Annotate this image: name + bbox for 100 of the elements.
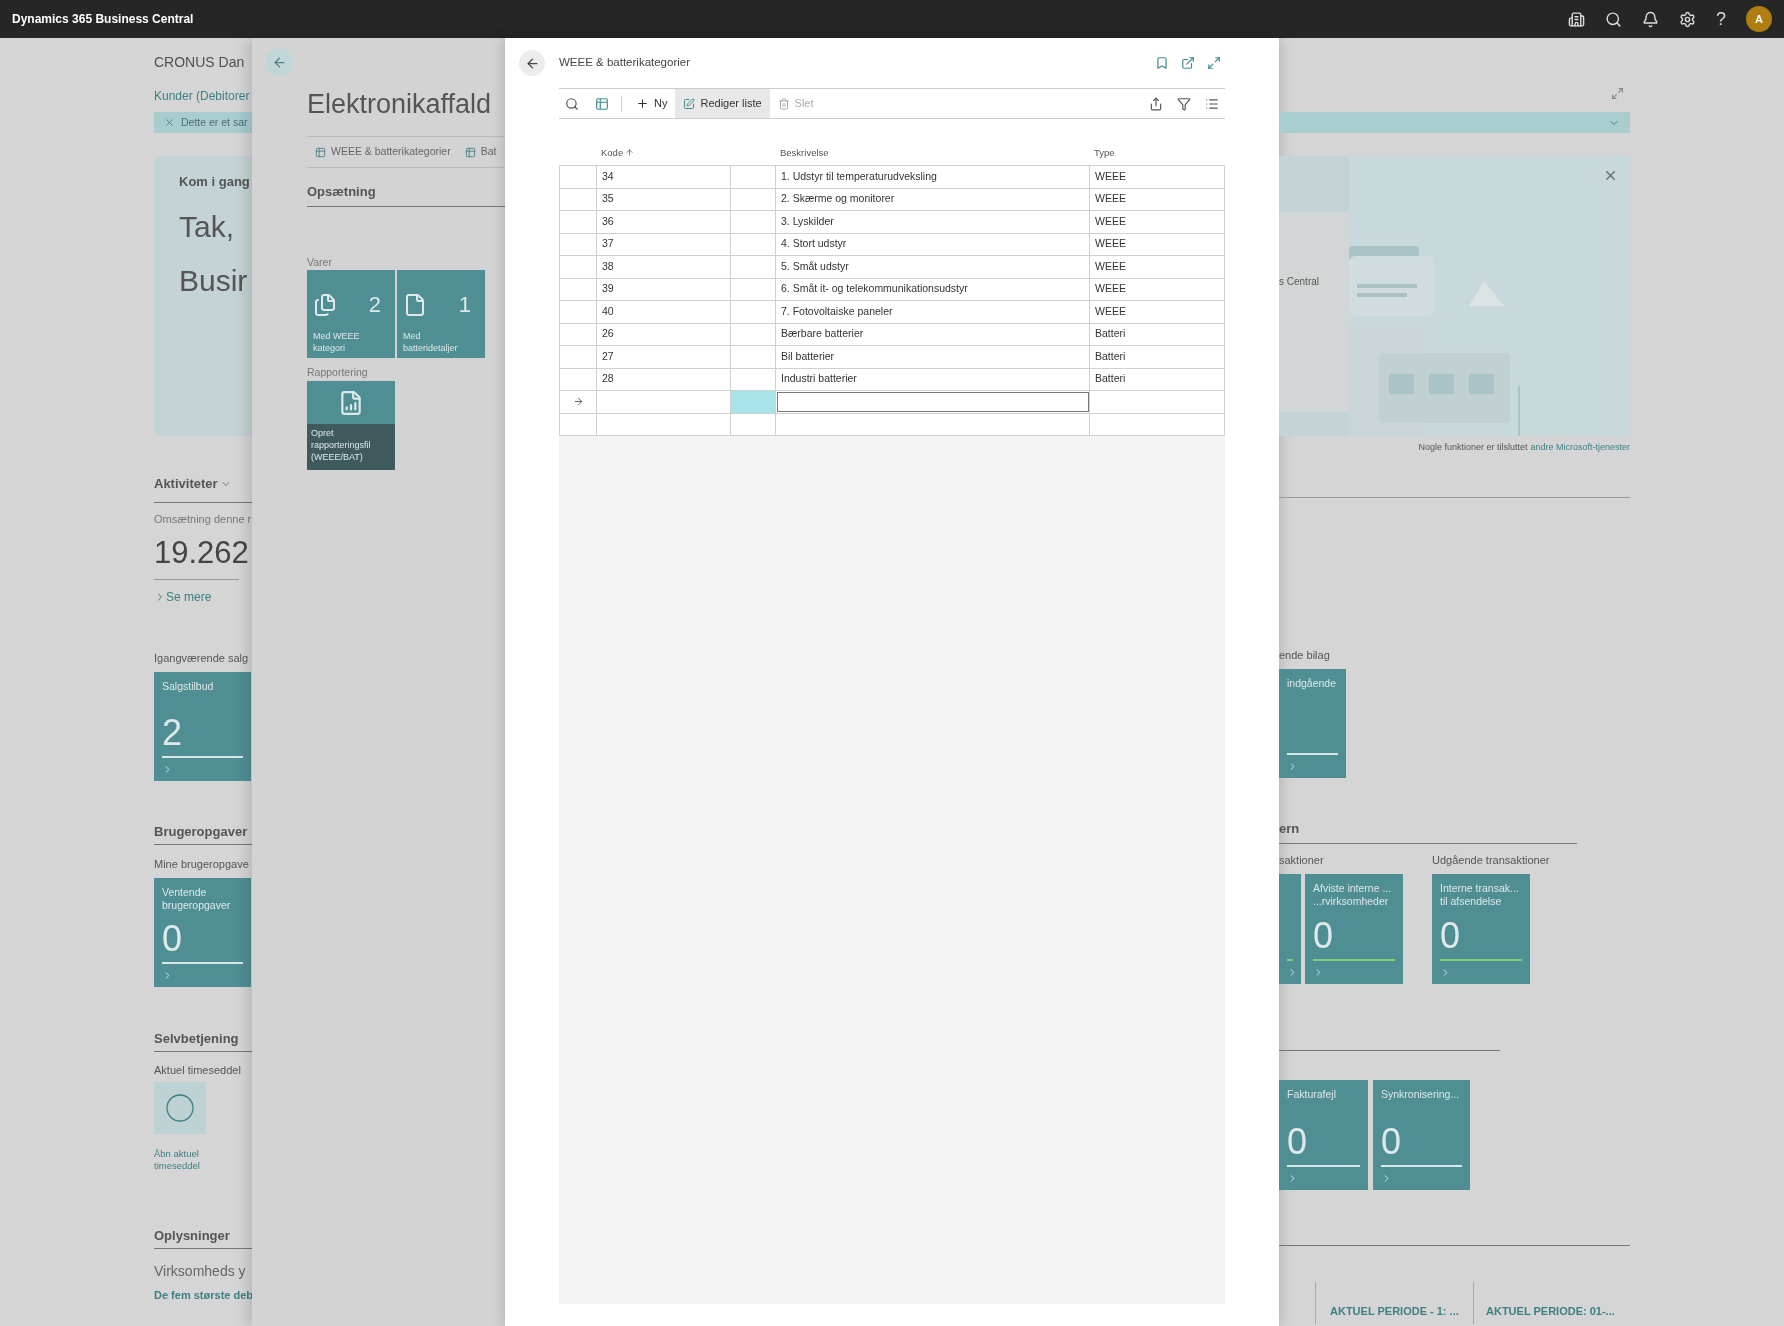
nav-tab[interactable]: Bat — [464, 144, 497, 160]
tile-value: 0 — [1313, 916, 1335, 955]
company-name: CRONUS Dan — [154, 53, 246, 72]
table-cell: WEEE — [1090, 166, 1225, 188]
trash-icon — [777, 97, 790, 110]
search-icon[interactable] — [565, 96, 579, 111]
cue-tile[interactable]: 1 Med batteridetaljer — [397, 270, 485, 358]
toolbar-action[interactable]: Ny — [628, 89, 676, 118]
table-cell: 4. Stort udstyr — [776, 233, 1090, 255]
grid-icon[interactable] — [595, 96, 609, 111]
cue-tile[interactable]: Fakturafejl 0 — [1279, 1079, 1368, 1190]
table-cell: Industri batterier — [776, 368, 1090, 390]
section-title: Brugeropgaver — [154, 824, 249, 840]
bookmark-icon[interactable] — [1155, 56, 1169, 70]
info-link[interactable]: De fem største deb — [154, 1289, 252, 1301]
column-header[interactable]: Type — [1094, 145, 1115, 160]
group-caption: Varer — [307, 256, 333, 268]
tile-value: 2 — [162, 714, 184, 752]
section-title: Oplysninger — [154, 1228, 231, 1244]
note-text: Nogle funktioner er tilsluttet — [1418, 441, 1528, 454]
close-icon[interactable] — [1603, 168, 1618, 183]
table-cell: 28 — [597, 368, 731, 390]
tile-label: Ventende brugeropgaver — [162, 886, 232, 912]
search-icon[interactable] — [1605, 10, 1622, 28]
cue-tile[interactable]: Afviste interne ... ...rvirksomheder 0 — [1305, 873, 1403, 984]
close-icon[interactable] — [164, 117, 175, 128]
table-cell: WEEE — [1090, 233, 1225, 255]
table-cell: Batteri — [1090, 368, 1225, 390]
company-icon[interactable] — [1568, 10, 1585, 28]
back-button[interactable] — [519, 50, 545, 76]
list-icon[interactable] — [1205, 96, 1219, 111]
tile-label: Afviste interne ... ...rvirksomheder — [1313, 881, 1393, 908]
action-tile[interactable]: Opret rapporteringsfil (WEEE/BAT) — [307, 381, 395, 470]
nav-link[interactable]: Kunder (Debitorer — [154, 88, 252, 104]
tile-value: 0 — [1440, 916, 1462, 955]
table-cell: Bærbare batterier — [776, 323, 1090, 345]
column-header[interactable]: Kode — [601, 145, 635, 160]
table-cell: Batteri — [1090, 323, 1225, 345]
table-cell: 7. Fotovoltaiske paneler — [776, 301, 1090, 323]
table-cell: Bil batterier — [776, 346, 1090, 368]
group-caption: Aktuel timeseddel — [154, 1064, 242, 1076]
group-caption: saktioner — [1279, 853, 1325, 866]
see-more-link[interactable]: Se mere — [166, 590, 212, 604]
cue-tile[interactable]: Interne transak... til afsendelse 0 — [1432, 873, 1530, 984]
table-cell: WEEE — [1090, 278, 1225, 300]
table-cell: 27 — [597, 346, 731, 368]
column-header[interactable]: Beskrivelse — [780, 145, 829, 160]
circle-icon — [165, 1093, 195, 1123]
nav-tab[interactable]: WEEE & batterikategorier — [315, 144, 451, 160]
filter-icon[interactable] — [1177, 96, 1191, 111]
table-cell: 35 — [597, 188, 731, 210]
cue-tile[interactable]: Synkronisering... 0 — [1373, 1079, 1470, 1190]
tile-value: 0 — [1381, 1122, 1403, 1161]
timesheet-tile[interactable] — [154, 1082, 206, 1134]
cue-tile[interactable]: Ventende brugeropgaver 0 — [154, 878, 251, 987]
welcome-heading: Tak, Busir — [179, 208, 249, 299]
tile-value: 1 — [458, 291, 471, 319]
cue-tile[interactable]: 2 Med WEEE kategori — [307, 270, 395, 358]
period-label[interactable]: AKTUEL PERIODE: 01-... — [1486, 1303, 1615, 1320]
table-cell: 2. Skærme og monitorer — [776, 188, 1090, 210]
services-link[interactable]: andre Microsoft-tjenester — [1530, 441, 1630, 455]
table-cell: 5. Småt udstyr — [776, 256, 1090, 278]
tile-value: 0 — [1287, 1122, 1309, 1161]
group-caption: ende bilag — [1279, 648, 1331, 661]
settings-icon[interactable] — [1679, 10, 1696, 28]
table-cell: 36 — [597, 211, 731, 233]
cue-tile[interactable]: Salgstilbud 2 — [154, 672, 251, 781]
table-cell: 6. Småt it- og telekommunikationsudstyr — [776, 278, 1090, 300]
open-new-window-icon[interactable] — [1181, 56, 1195, 70]
cue-tile[interactable]: indgående — [1279, 668, 1346, 778]
back-arrow-icon — [271, 54, 287, 70]
welcome-kicker: Kom i gang — [179, 173, 251, 191]
section-title: Aktiviteter — [154, 476, 218, 492]
notification-icon[interactable] — [1642, 10, 1659, 28]
table-cell: 39 — [597, 278, 731, 300]
kpi-caption: Omsætning denne r — [154, 513, 252, 525]
app-title: Dynamics 365 Business Central — [12, 11, 194, 28]
group-caption: Udgående transaktioner — [1432, 853, 1550, 866]
tile-label: indgående — [1287, 676, 1338, 690]
table-cell: 34 — [597, 166, 731, 188]
table-icon — [315, 146, 326, 158]
toolbar-action[interactable]: Rediger liste — [675, 89, 770, 118]
input-field[interactable] — [776, 391, 1090, 413]
expand-icon[interactable] — [1611, 87, 1624, 100]
section-title: Selvbetjening — [154, 1031, 240, 1047]
tile-value: 0 — [162, 920, 184, 958]
share-icon[interactable] — [1149, 96, 1163, 111]
tile-label: Interne transak... til afsendelse — [1440, 881, 1520, 908]
tile-label: Fakturafejl — [1287, 1087, 1338, 1101]
expand-icon[interactable] — [1207, 56, 1221, 70]
cue-tile[interactable] — [1279, 873, 1301, 984]
user-avatar[interactable]: A — [1746, 6, 1772, 32]
dialog-title: WEEE & batterikategorier — [559, 55, 691, 71]
group-caption: Igangværende salg — [154, 652, 250, 664]
edit-icon — [683, 97, 696, 110]
table-icon — [464, 146, 476, 158]
period-label[interactable]: AKTUEL PERIODE - 1: ... — [1330, 1303, 1459, 1320]
documents-icon — [313, 292, 337, 317]
help-button[interactable]: ? — [1716, 10, 1726, 28]
tile-label: Med batteridetaljer — [403, 330, 459, 354]
